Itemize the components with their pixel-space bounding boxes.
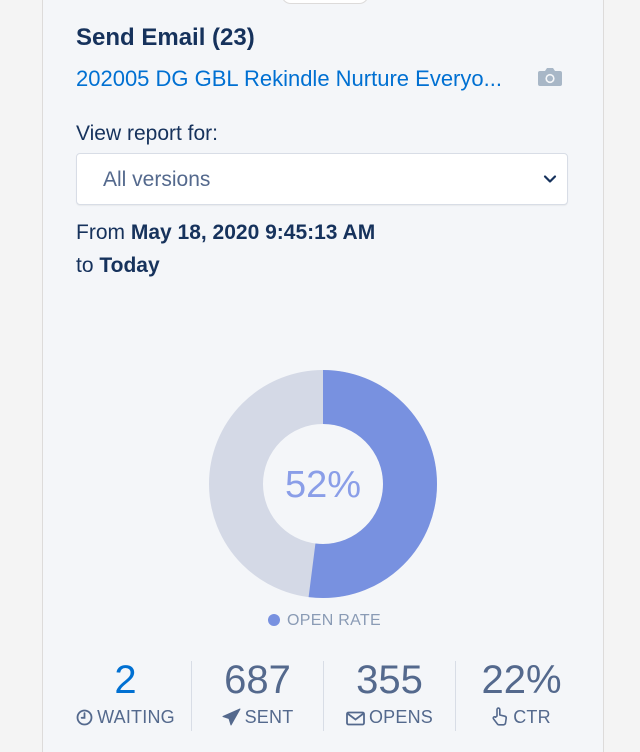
date-range-to: to Today: [76, 254, 160, 278]
stat-waiting-label: WAITING: [60, 707, 191, 728]
stat-sent-label: SENT: [192, 707, 323, 728]
stat-sent: 687 SENT: [192, 655, 323, 735]
legend-label: OPEN RATE: [287, 612, 381, 629]
ctr-label-text: CTR: [513, 707, 551, 727]
chevron-down-icon: [543, 172, 557, 186]
version-select[interactable]: All versions: [76, 153, 568, 205]
stat-opens: 355 OPENS: [324, 655, 455, 735]
stat-waiting: 2 WAITING: [60, 655, 191, 735]
stat-opens-label: OPENS: [324, 707, 455, 728]
opens-label-text: OPENS: [368, 707, 434, 727]
panel-handle[interactable]: [281, 0, 369, 4]
waiting-label-text: WAITING: [97, 707, 175, 727]
stat-ctr-label: CTR: [456, 707, 587, 728]
stat-waiting-value: 2: [114, 658, 137, 702]
envelope-icon: [346, 711, 365, 726]
stat-ctr: 22% CTR: [456, 655, 587, 735]
sent-label-text: SENT: [244, 707, 294, 727]
to-date: Today: [99, 254, 160, 277]
send-email-panel: Send Email (23) 202005 DG GBL Rekindle N…: [42, 0, 604, 752]
stat-sent-value: 687: [224, 658, 291, 702]
pointer-hand-icon: [492, 707, 508, 726]
page-title: Send Email (23): [76, 24, 255, 51]
stats-row: 2 WAITING 687 SENT 355 OPENS 22% CTR: [60, 655, 586, 735]
version-select-value: All versions: [103, 168, 211, 191]
stat-ctr-value: 22%: [481, 658, 562, 702]
legend-dot: [268, 614, 280, 626]
camera-icon[interactable]: [537, 66, 563, 90]
paper-plane-icon: [222, 708, 241, 726]
from-date: May 18, 2020 9:45:13 AM: [130, 221, 376, 244]
to-prefix: to: [76, 254, 94, 277]
email-asset-link[interactable]: 202005 DG GBL Rekindle Nurture Everyo...: [76, 66, 502, 92]
from-prefix: From: [76, 221, 125, 244]
open-rate-legend: OPEN RATE: [268, 612, 381, 630]
open-rate-donut-chart: 52%: [209, 370, 437, 598]
date-range-from: From May 18, 2020 9:45:13 AM: [76, 221, 375, 245]
clock-icon: [76, 709, 93, 726]
view-report-label: View report for:: [76, 122, 219, 145]
stat-opens-value: 355: [356, 658, 423, 702]
open-rate-percent: 52%: [285, 464, 361, 506]
